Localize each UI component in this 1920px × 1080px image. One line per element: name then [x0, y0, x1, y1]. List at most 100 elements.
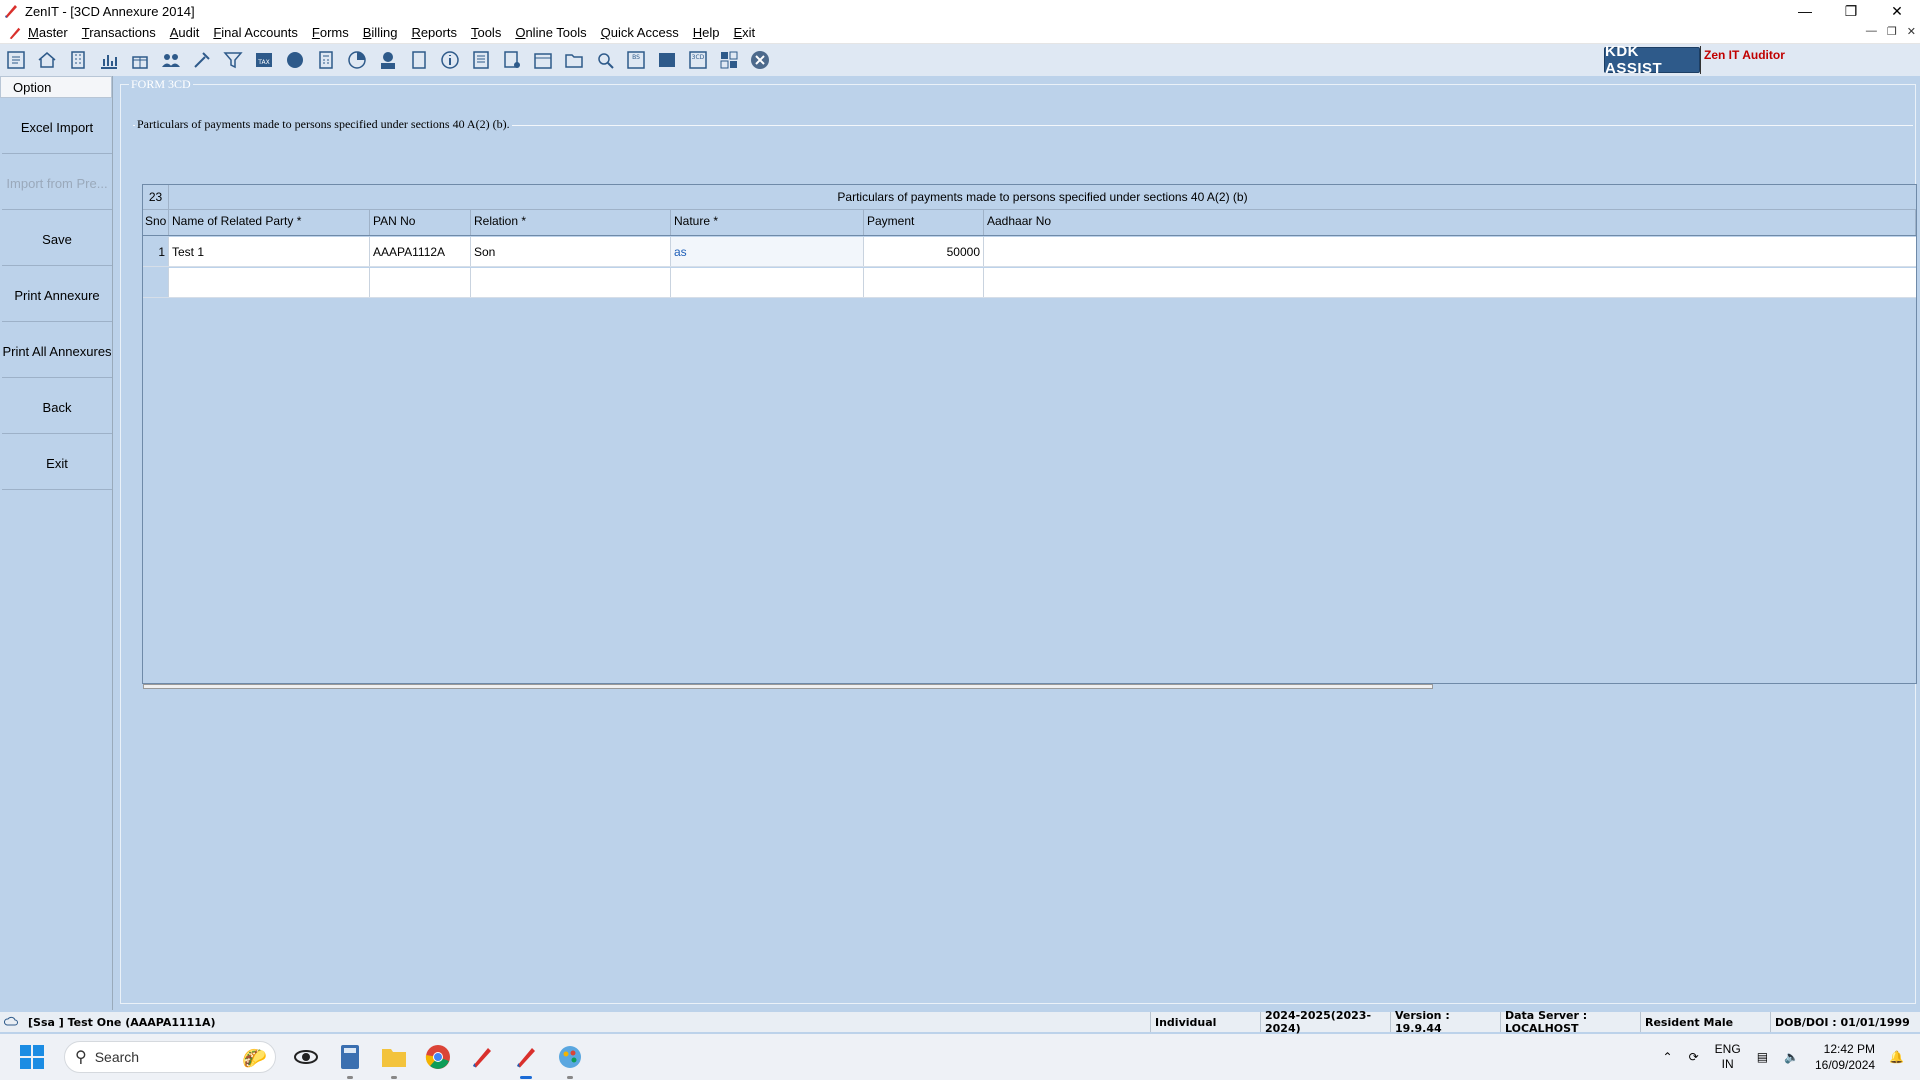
cell-aadhaar[interactable] — [984, 237, 1916, 266]
save-button[interactable]: Save — [2, 213, 112, 266]
tb-report-icon[interactable] — [469, 48, 493, 72]
status-server: Data Server : LOCALHOST — [1500, 1009, 1640, 1035]
mdi-minimize-icon[interactable]: — — [1866, 25, 1877, 38]
cell-aadhaar-empty[interactable] — [984, 268, 1916, 297]
lang-line1: ENG — [1714, 1042, 1741, 1056]
horizontal-scrollbar[interactable] — [143, 684, 1433, 689]
clock-time: 12:42 PM — [1823, 1042, 1876, 1056]
tb-user-doc-icon[interactable] — [500, 48, 524, 72]
paint-app-icon[interactable] — [556, 1043, 584, 1079]
print-all-annexures-button[interactable]: Print All Annexures — [2, 325, 112, 378]
tb-folder-icon[interactable] — [562, 48, 586, 72]
menu-billing[interactable]: Billing — [363, 25, 398, 40]
tb-pay-icon[interactable] — [376, 48, 400, 72]
back-button[interactable]: Back — [2, 381, 112, 434]
menu-help[interactable]: Help — [693, 25, 720, 40]
search-icon: ⚲ — [75, 1049, 87, 1066]
cell-pan[interactable]: AAAPA1112A — [370, 237, 471, 266]
windows-start-icon[interactable] — [20, 1045, 44, 1069]
cell-relation[interactable]: Son — [471, 237, 671, 266]
tb-chart-icon[interactable] — [97, 48, 121, 72]
tb-info-icon[interactable] — [438, 48, 462, 72]
restore-icon[interactable]: ❐ — [1828, 0, 1874, 22]
menu-master[interactable]: Master — [28, 25, 68, 40]
cell-name-empty[interactable] — [169, 268, 370, 297]
tb-building-icon[interactable] — [66, 48, 90, 72]
menu-audit[interactable]: Audit — [170, 25, 200, 40]
status-year: 2024-2025(2023-2024) — [1260, 1009, 1390, 1035]
tb-audio-icon[interactable] — [283, 48, 307, 72]
status-bar: [Ssa ] Test One (AAAPA1111A) Individual … — [0, 1009, 1920, 1035]
mdi-restore-icon[interactable]: ❐ — [1887, 25, 1897, 38]
table-row-empty[interactable] — [143, 268, 1916, 298]
language-indicator[interactable]: ENG IN — [1715, 1042, 1741, 1072]
volume-icon[interactable]: 🔈 — [1784, 1050, 1799, 1064]
tb-people-icon[interactable] — [655, 48, 679, 72]
tb-home-icon[interactable] — [35, 48, 59, 72]
col-header-sno: Sno — [143, 210, 169, 235]
tb-close-circle-icon[interactable] — [748, 48, 772, 72]
import-from-previous-button: Import from Pre... — [2, 157, 112, 210]
taskbar-search-placeholder: Search — [94, 1049, 140, 1065]
exit-button[interactable]: Exit — [2, 437, 112, 490]
tb-search-doc-icon[interactable] — [593, 48, 617, 72]
menu-exit[interactable]: Exit — [733, 25, 755, 40]
menu-reports[interactable]: Reports — [411, 25, 457, 40]
tb-bs-icon[interactable]: BS — [624, 48, 648, 72]
cell-relation-empty[interactable] — [471, 268, 671, 297]
clock-date: 16/09/2024 — [1814, 1058, 1876, 1072]
menu-forms[interactable]: Forms — [312, 25, 349, 40]
grid-header-row: Sno Name of Related Party * PAN No Relat… — [143, 210, 1916, 236]
tb-dashboard-icon[interactable] — [717, 48, 741, 72]
kdk-assist-button[interactable]: KDK ASSIST — [1604, 43, 1700, 77]
tb-3cd-icon[interactable]: 3CD — [686, 48, 710, 72]
cell-payment[interactable]: 50000 — [864, 237, 984, 266]
eye-app-icon[interactable] — [292, 1043, 320, 1071]
menu-bar: Master Transactions Audit Final Accounts… — [0, 22, 1920, 44]
calculator-app-icon[interactable] — [336, 1043, 364, 1079]
sync-icon[interactable]: ⟳ — [1689, 1050, 1699, 1064]
notification-bell-icon[interactable]: 🔔 — [1889, 1050, 1904, 1064]
tb-calendar-icon[interactable] — [531, 48, 555, 72]
cell-nature-empty[interactable] — [671, 268, 864, 297]
cell-pan-empty[interactable] — [370, 268, 471, 297]
zenit-menu-icon — [9, 27, 21, 39]
cell-payment-empty[interactable] — [864, 268, 984, 297]
tb-users-icon[interactable] — [159, 48, 183, 72]
taskbar-search[interactable]: ⚲ Search 🌮 — [64, 1041, 276, 1073]
tb-gift-icon[interactable] — [128, 48, 152, 72]
menu-quick-access[interactable]: Quick Access — [601, 25, 679, 40]
brand-divider — [1700, 46, 1701, 74]
tb-list-icon[interactable] — [4, 48, 28, 72]
zenit-active-taskbar-icon[interactable] — [512, 1043, 540, 1079]
svg-text:BS: BS — [632, 54, 640, 61]
tb-filter-icon[interactable] — [221, 48, 245, 72]
file-explorer-icon[interactable] — [380, 1043, 408, 1079]
close-icon[interactable]: ✕ — [1874, 0, 1920, 22]
tb-calculator-icon[interactable] — [314, 48, 338, 72]
chrome-icon[interactable] — [424, 1043, 452, 1071]
window-title: ZenIT - [3CD Annexure 2014] — [25, 3, 195, 19]
tb-tax-icon[interactable]: TAX — [252, 48, 276, 72]
mdi-close-icon[interactable]: ✕ — [1907, 25, 1916, 38]
table-row[interactable]: 1 Test 1 AAAPA1112A Son as 50000 — [143, 237, 1916, 267]
menu-final-accounts[interactable]: Final Accounts — [213, 25, 298, 40]
tb-pie-icon[interactable] — [345, 48, 369, 72]
cell-name[interactable]: Test 1 — [169, 237, 370, 266]
menu-online-tools[interactable]: Online Tools — [515, 25, 586, 40]
svg-text:TAX: TAX — [257, 59, 269, 66]
zenit-taskbar-icon[interactable] — [468, 1043, 496, 1071]
cell-nature[interactable]: as — [671, 237, 864, 266]
minimize-icon[interactable]: — — [1782, 0, 1828, 22]
print-annexure-button[interactable]: Print Annexure — [2, 269, 112, 322]
zenit-app-icon — [5, 5, 17, 18]
excel-import-button[interactable]: Excel Import — [2, 101, 112, 154]
clock[interactable]: 12:42 PM 16/09/2024 — [1815, 1041, 1875, 1073]
status-dob: DOB/DOI : 01/01/1999 — [1770, 1012, 1920, 1032]
menu-tools[interactable]: Tools — [471, 25, 501, 40]
chevron-up-icon[interactable]: ⌃ — [1663, 1050, 1673, 1064]
tb-tools-icon[interactable] — [190, 48, 214, 72]
network-icon[interactable]: ▤ — [1757, 1050, 1768, 1064]
menu-transactions[interactable]: Transactions — [82, 25, 156, 40]
tb-book-icon[interactable] — [407, 48, 431, 72]
